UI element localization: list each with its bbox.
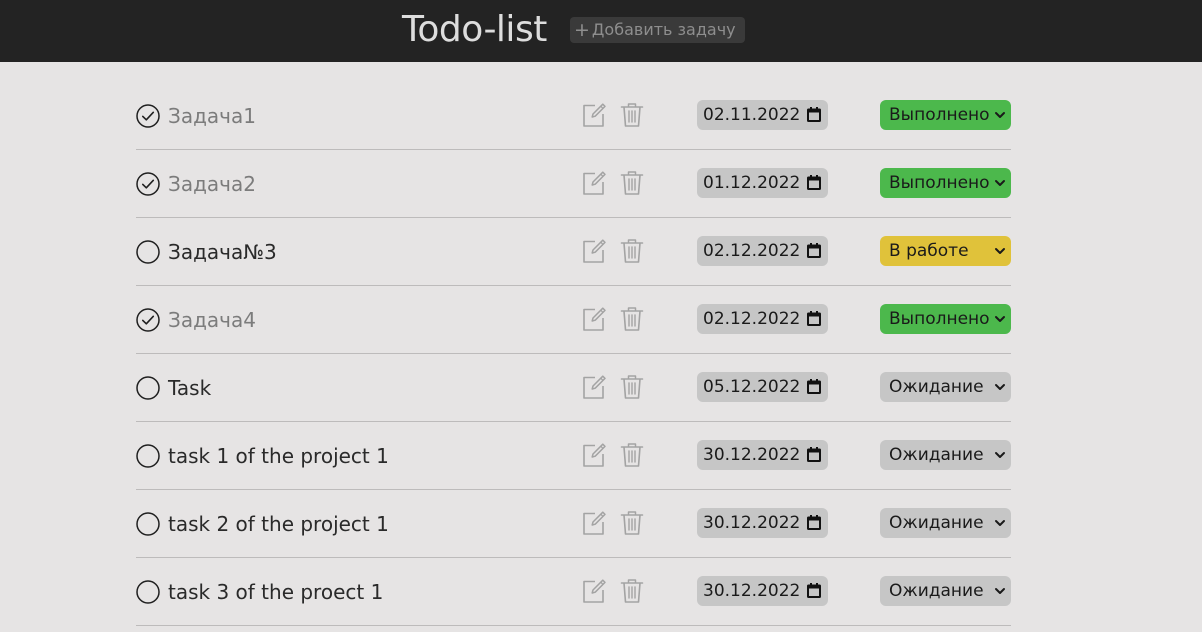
chevron-down-icon [995, 520, 1005, 526]
due-date-input[interactable]: 05.12.2022 [697, 372, 828, 402]
chevron-down-icon [995, 452, 1005, 458]
calendar-icon[interactable] [807, 447, 821, 462]
task-row: Задача1 02.11.2022 Выполнено [136, 82, 1011, 150]
task-title: task 3 of the proect 1 [168, 580, 384, 604]
add-task-button[interactable]: + Добавить задачу [570, 17, 745, 43]
trash-icon[interactable] [620, 238, 644, 264]
trash-icon[interactable] [620, 510, 644, 536]
status-value: Ожидание [889, 377, 984, 397]
due-date-value: 30.12.2022 [703, 513, 801, 533]
due-date-input[interactable]: 01.12.2022 [697, 168, 828, 198]
check-circle-icon[interactable] [136, 512, 160, 536]
edit-icon[interactable] [581, 442, 607, 468]
status-select[interactable]: В работе [880, 236, 1011, 266]
due-date-value: 30.12.2022 [703, 581, 801, 601]
task-row: task 2 of the project 1 30.12.2022 Ожида… [136, 490, 1011, 558]
calendar-icon[interactable] [807, 243, 821, 258]
task-row: Задача4 02.12.2022 Выполнено [136, 286, 1011, 354]
trash-icon[interactable] [620, 170, 644, 196]
calendar-icon[interactable] [807, 311, 821, 326]
task-row: Task 05.12.2022 Ожидание [136, 354, 1011, 422]
status-select[interactable]: Выполнено [880, 168, 1011, 198]
status-value: Выполнено [889, 173, 990, 193]
task-title: Задача№3 [168, 240, 277, 264]
status-value: Выполнено [889, 309, 990, 329]
add-task-label: Добавить задачу [591, 20, 736, 39]
task-title: Task [168, 376, 212, 400]
check-circle-icon[interactable] [136, 240, 160, 264]
check-circle-icon[interactable] [136, 376, 160, 400]
check-circle-icon[interactable] [136, 444, 160, 468]
task-title: Задача4 [168, 308, 256, 332]
status-select[interactable]: Ожидание [880, 440, 1011, 470]
status-select[interactable]: Ожидание [880, 372, 1011, 402]
task-row: Задача№3 02.12.2022 В работе [136, 218, 1011, 286]
task-row: task 1 of the project 1 30.12.2022 Ожида… [136, 422, 1011, 490]
trash-icon[interactable] [620, 442, 644, 468]
due-date-input[interactable]: 30.12.2022 [697, 576, 828, 606]
due-date-value: 01.12.2022 [703, 173, 801, 193]
calendar-icon[interactable] [807, 379, 821, 394]
due-date-value: 02.12.2022 [703, 309, 801, 329]
status-value: Ожидание [889, 581, 984, 601]
check-circle-icon[interactable] [136, 308, 160, 332]
status-select[interactable]: Выполнено [880, 304, 1011, 334]
due-date-value: 05.12.2022 [703, 377, 801, 397]
due-date-input[interactable]: 02.12.2022 [697, 304, 828, 334]
edit-icon[interactable] [581, 170, 607, 196]
calendar-icon[interactable] [807, 583, 821, 598]
calendar-icon[interactable] [807, 107, 821, 122]
task-title: Задача2 [168, 172, 256, 196]
due-date-value: 30.12.2022 [703, 445, 801, 465]
edit-icon[interactable] [581, 306, 607, 332]
due-date-value: 02.11.2022 [703, 105, 801, 125]
task-title: Задача1 [168, 104, 256, 128]
status-select[interactable]: Выполнено [880, 100, 1011, 130]
status-value: В работе [889, 241, 969, 261]
status-select[interactable]: Ожидание [880, 576, 1011, 606]
chevron-down-icon [995, 248, 1005, 254]
edit-icon[interactable] [581, 102, 607, 128]
chevron-down-icon [995, 180, 1005, 186]
edit-icon[interactable] [581, 510, 607, 536]
task-row: task 3 of the proect 1 30.12.2022 Ожидан… [136, 558, 1011, 626]
edit-icon[interactable] [581, 238, 607, 264]
due-date-input[interactable]: 02.12.2022 [697, 236, 828, 266]
due-date-input[interactable]: 30.12.2022 [697, 508, 828, 538]
chevron-down-icon [995, 316, 1005, 322]
chevron-down-icon [995, 588, 1005, 594]
page-title: Todo-list [402, 9, 547, 50]
edit-icon[interactable] [581, 578, 607, 604]
status-value: Ожидание [889, 513, 984, 533]
trash-icon[interactable] [620, 578, 644, 604]
task-title: task 2 of the project 1 [168, 512, 389, 536]
chevron-down-icon [995, 384, 1005, 390]
check-circle-icon[interactable] [136, 172, 160, 196]
task-row: Задача2 01.12.2022 Выполнено [136, 150, 1011, 218]
trash-icon[interactable] [620, 374, 644, 400]
check-circle-icon[interactable] [136, 580, 160, 604]
calendar-icon[interactable] [807, 175, 821, 190]
check-circle-icon[interactable] [136, 104, 160, 128]
trash-icon[interactable] [620, 102, 644, 128]
trash-icon[interactable] [620, 306, 644, 332]
task-title: task 1 of the project 1 [168, 444, 389, 468]
status-value: Выполнено [889, 105, 990, 125]
plus-icon: + [574, 19, 590, 41]
due-date-input[interactable]: 30.12.2022 [697, 440, 828, 470]
status-value: Ожидание [889, 445, 984, 465]
app-header: Todo-list + Добавить задачу [0, 0, 1202, 62]
due-date-value: 02.12.2022 [703, 241, 801, 261]
due-date-input[interactable]: 02.11.2022 [697, 100, 828, 130]
edit-icon[interactable] [581, 374, 607, 400]
status-select[interactable]: Ожидание [880, 508, 1011, 538]
task-list: Задача1 02.11.2022 Выполнено Задача2 01.… [136, 82, 1011, 626]
calendar-icon[interactable] [807, 515, 821, 530]
chevron-down-icon [995, 112, 1005, 118]
